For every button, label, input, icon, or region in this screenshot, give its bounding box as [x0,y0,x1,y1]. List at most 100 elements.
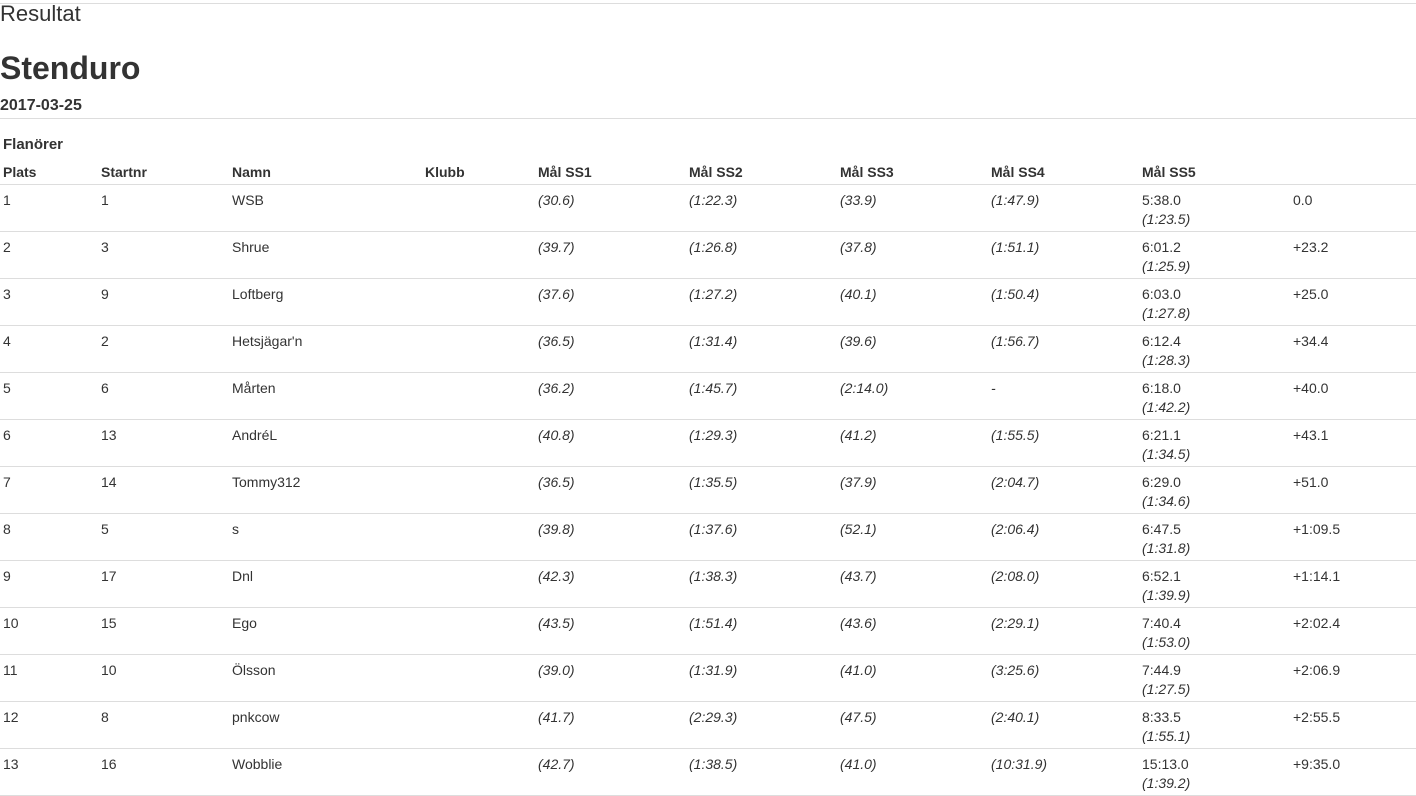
ss2-split-cell: (1:37.6) [686,513,837,561]
ss5-split: (1:28.3) [1142,352,1191,368]
ss1-split-cell: (36.2) [535,372,686,420]
rider-name-cell: Wobblie [229,748,422,796]
ss2-split-cell: (1:51.4) [686,607,837,655]
table-row: 13 16 Wobblie (42.7) (1:38.5) (41.0) (10:31.9)… [0,748,1416,796]
total-time-cell: 6:47.5 (1:31.8) [1139,513,1290,561]
time-behind-cell: +43.1 [1290,419,1416,467]
page-title: Stenduro [0,50,141,86]
col-header-startnr[interactable]: Startnr [98,160,229,185]
ss5-split: (1:31.8) [1142,540,1191,556]
start-number-cell: 5 [98,513,229,561]
col-header-klubb[interactable]: Klubb [422,160,535,185]
time-behind-cell: +25.0 [1290,278,1416,326]
club-cell [422,231,535,279]
table-row: 8 5 s (39.8) (1:37.6) (52.1) (2:06.4) 6:47.5 (1:… [0,513,1416,561]
start-number-cell: 8 [98,701,229,749]
start-number-cell: 14 [98,466,229,514]
col-header-ss3[interactable]: Mål SS3 [837,160,988,185]
ss4-split-cell: (2:40.1) [988,701,1139,749]
ss5-split: (1:39.2) [1142,775,1191,791]
ss1-split-cell: (43.5) [535,607,686,655]
time-behind-cell: +1:09.5 [1290,513,1416,561]
total-time-cell: 7:44.9 (1:27.5) [1139,654,1290,702]
ss3-split-cell: (41.0) [837,654,988,702]
rider-name-cell: Loftberg [229,278,422,326]
ss2-split-cell: (1:22.3) [686,184,837,232]
ss5-split: (1:27.8) [1142,305,1191,321]
ss3-split-cell: (37.8) [837,231,988,279]
rider-name-cell: Ego [229,607,422,655]
club-cell [422,513,535,561]
ss3-split-cell: (52.1) [837,513,988,561]
col-header-ss5[interactable]: Mål SS5 [1139,160,1290,185]
ss3-split-cell: (2:14.0) [837,372,988,420]
ss2-split-cell: (1:38.5) [686,748,837,796]
start-number-cell: 17 [98,560,229,608]
ss5-split: (1:55.1) [1142,728,1191,744]
total-time: 6:18.0 [1142,380,1181,396]
time-behind-cell: +1:14.1 [1290,560,1416,608]
rider-name-cell: Mårten [229,372,422,420]
ss1-split-cell: (39.8) [535,513,686,561]
ss4-split-cell: (2:06.4) [988,513,1139,561]
ss2-split-cell: (1:26.8) [686,231,837,279]
start-number-cell: 15 [98,607,229,655]
rider-name-cell: Dnl [229,560,422,608]
col-header-ss1[interactable]: Mål SS1 [535,160,686,185]
table-row: 2 3 Shrue (39.7) (1:26.8) (37.8) (1:51.1) 6:01.… [0,231,1416,279]
table-row: 10 15 Ego (43.5) (1:51.4) (43.6) (2:29.1) 7:40.… [0,607,1416,655]
ss3-split-cell: (40.1) [837,278,988,326]
ss4-split-cell: (1:55.5) [988,419,1139,467]
total-time: 6:29.0 [1142,474,1181,490]
total-time: 6:47.5 [1142,521,1181,537]
table-header-row: Plats Startnr Namn Klubb Mål SS1 Mål SS2… [0,160,1416,185]
total-time: 6:52.1 [1142,568,1181,584]
ss4-split-cell: (2:29.1) [988,607,1139,655]
time-behind-cell: +2:06.9 [1290,654,1416,702]
page-kicker: Resultat [0,1,81,26]
ss2-split-cell: (2:29.3) [686,701,837,749]
ss2-split-cell: (1:35.5) [686,466,837,514]
table-row: 3 9 Loftberg (37.6) (1:27.2) (40.1) (1:50.4) 6:… [0,278,1416,326]
total-time-cell: 7:40.4 (1:53.0) [1139,607,1290,655]
ss1-split-cell: (37.6) [535,278,686,326]
table-row: 9 17 Dnl (42.3) (1:38.3) (43.7) (2:08.0) 6:52.1… [0,560,1416,608]
start-number-cell: 9 [98,278,229,326]
ss4-split-cell: (1:50.4) [988,278,1139,326]
top-divider [0,3,1416,4]
col-header-diff [1290,160,1416,185]
ss5-split: (1:25.9) [1142,258,1191,274]
place-cell: 7 [0,466,98,514]
ss2-split-cell: (1:29.3) [686,419,837,467]
place-cell: 1 [0,184,98,232]
total-time-cell: 5:38.0 (1:23.5) [1139,184,1290,232]
ss5-split: (1:39.9) [1142,587,1191,603]
class-title: Flanörer [3,136,64,153]
col-header-ss2[interactable]: Mål SS2 [686,160,837,185]
total-time: 5:38.0 [1142,192,1181,208]
col-header-namn[interactable]: Namn [229,160,422,185]
ss1-split-cell: (30.6) [535,184,686,232]
total-time: 6:01.2 [1142,239,1181,255]
rider-name-cell: Hetsjägar'n [229,325,422,373]
total-time: 6:03.0 [1142,286,1181,302]
ss4-split-cell: (10:31.9) [988,748,1139,796]
place-cell: 6 [0,419,98,467]
time-behind-cell: 0.0 [1290,184,1416,232]
start-number-cell: 16 [98,748,229,796]
ss4-split-cell: (2:08.0) [988,560,1139,608]
start-number-cell: 1 [98,184,229,232]
ss2-split-cell: (1:27.2) [686,278,837,326]
col-header-plats[interactable]: Plats [0,160,98,185]
club-cell [422,184,535,232]
place-cell: 2 [0,231,98,279]
ss1-split-cell: (42.7) [535,748,686,796]
total-time-cell: 6:03.0 (1:27.8) [1139,278,1290,326]
ss4-split-cell: - [988,372,1139,420]
total-time-cell: 6:18.0 (1:42.2) [1139,372,1290,420]
place-cell: 10 [0,607,98,655]
total-time-cell: 8:33.5 (1:55.1) [1139,701,1290,749]
place-cell: 13 [0,748,98,796]
col-header-ss4[interactable]: Mål SS4 [988,160,1139,185]
place-cell: 4 [0,325,98,373]
